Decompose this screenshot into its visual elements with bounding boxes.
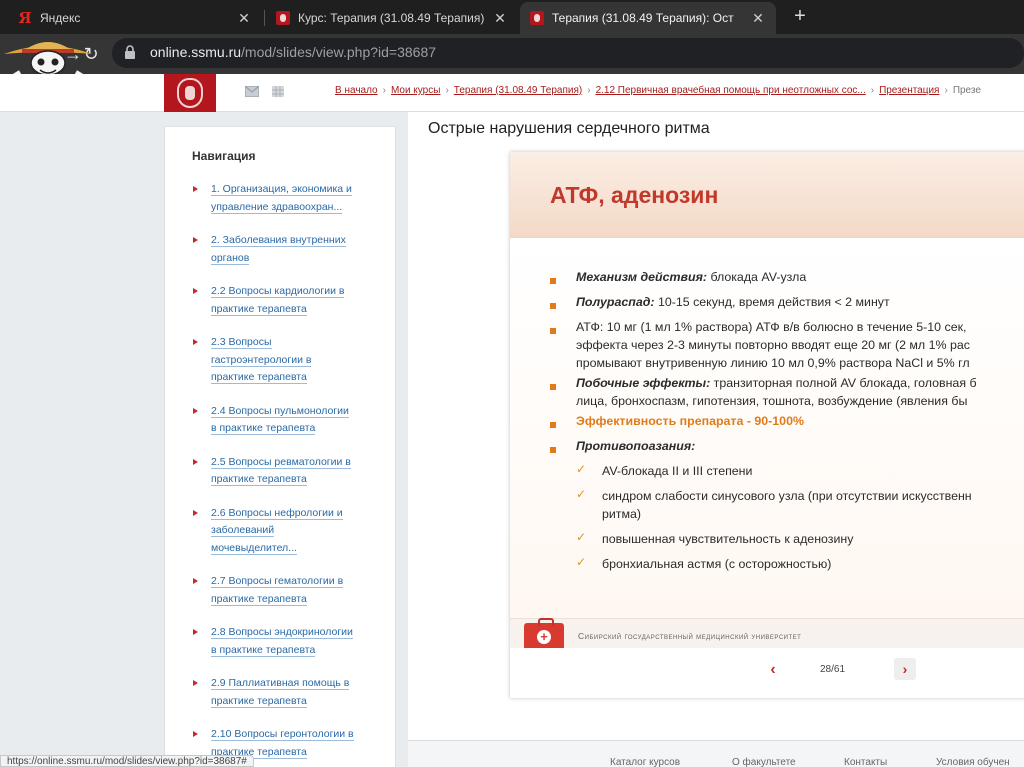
footer-link-catalog[interactable]: Каталог курсов	[610, 757, 680, 767]
bullet-square-icon	[550, 384, 556, 390]
checkmark-icon: ✓	[576, 555, 587, 569]
browser-tab-bar: Я Яндекс ✕ Курс: Терапия (31.08.49 Терап…	[0, 0, 1024, 34]
yandex-icon: Я	[18, 9, 32, 27]
lock-icon	[125, 45, 135, 59]
checkmark-icon: ✓	[576, 530, 587, 544]
slide-line-side-effects: Побочные эффекты: транзиторная полной AV…	[576, 376, 977, 390]
mail-icon[interactable]	[245, 86, 259, 97]
slide-footer: + Сибирский государственный медицинский …	[510, 618, 1024, 651]
bullet-square-icon	[550, 422, 556, 428]
page-title: Острые нарушения сердечного ритма	[428, 120, 710, 137]
nav-item[interactable]: 2.8 Вопросы эндокринологии в практике тер…	[193, 624, 383, 659]
bullet-icon	[193, 509, 198, 516]
close-icon[interactable]: ✕	[492, 10, 508, 27]
slide-page-indicator: 28/61	[820, 664, 846, 675]
navigation-block: Навигация 1. Организация, экономика и упр…	[164, 126, 396, 767]
breadcrumb-link-home[interactable]: В начало	[335, 85, 378, 96]
bullet-square-icon	[550, 447, 556, 453]
ssmu-crest-icon	[276, 11, 290, 25]
tab-course[interactable]: Курс: Терапия (31.08.49 Терапия) ✕	[266, 2, 518, 34]
slide-line-contraindications: Противопоазания:	[576, 439, 696, 453]
close-icon[interactable]: ✕	[750, 10, 766, 27]
breadcrumb-link-course[interactable]: Терапия (31.08.49 Терапия)	[454, 85, 582, 96]
university-name: Сибирский государственный медицинский ун…	[578, 631, 802, 641]
breadcrumb-link-my-courses[interactable]: Мои курсы	[391, 85, 441, 96]
navigation-heading: Навигация	[192, 149, 256, 163]
nav-item[interactable]: 2.2 Вопросы кардиологии в практике терапе…	[193, 283, 383, 318]
footer-link-contacts[interactable]: Контакты	[844, 757, 887, 767]
slide-line-dose-2: эффекта через 2-3 минуты повторно вводят…	[576, 338, 970, 352]
contraindication-item: синдром слабости синусового узла (при от…	[602, 489, 972, 503]
bullet-square-icon	[550, 303, 556, 309]
page-footer: Каталог курсов О факультете Контакты Усл…	[408, 740, 1024, 767]
bullet-icon	[193, 458, 198, 465]
contraindication-item: AV-блокада II и III степени	[602, 464, 753, 478]
breadcrumb-current: Презе	[952, 85, 981, 96]
bullet-icon	[193, 237, 198, 243]
slide-line-dose-3: промывают внутривенную линию 10 мл 0,9% …	[576, 356, 970, 370]
breadcrumb-link-presentation[interactable]: Презентация	[879, 85, 939, 96]
slide-line-halflife: Полураспад: 10-15 секунд, время действия…	[576, 295, 890, 309]
presentation-slide: АТФ, аденозин Механизм действия: блокада…	[510, 152, 1024, 698]
web-page: В начало › Мои курсы › Терапия (31.08.49…	[0, 74, 1024, 767]
grid-icon[interactable]	[271, 86, 285, 97]
tab-presentation-active[interactable]: Терапия (31.08.49 Терапия): Ост ✕	[520, 2, 776, 34]
address-text[interactable]: online.ssmu.ru/mod/slides/view.php?id=38…	[150, 44, 436, 60]
slide-line-side-effects-2: лица, бронхоспазм, гипотензия, тошнота, …	[576, 394, 968, 408]
status-bar-url: https://online.ssmu.ru/mod/slides/view.p…	[0, 755, 254, 767]
slide-header: АТФ, аденозин	[510, 152, 1024, 238]
nav-item[interactable]: 2.4 Вопросы пульмонологии в практике тера…	[193, 403, 383, 438]
bullet-icon	[193, 186, 198, 192]
next-slide-button[interactable]: ›	[894, 658, 916, 680]
main-content: Острые нарушения сердечного ритма АТФ, а…	[408, 112, 1024, 742]
new-tab-button[interactable]: +	[788, 5, 812, 29]
pirate-skull-icon	[4, 42, 92, 78]
tab-title: Курс: Терапия (31.08.49 Терапия)	[298, 11, 485, 25]
breadcrumb: В начало › Мои курсы › Терапия (31.08.49…	[335, 85, 981, 96]
bullet-icon	[193, 731, 198, 737]
nav-item[interactable]: 2.3 Вопросы гастроэнтерологии в практике т…	[193, 334, 383, 387]
nav-item[interactable]: 2.5 Вопросы ревматологии в практике терап…	[193, 454, 383, 489]
bullet-icon	[193, 629, 198, 635]
slide-title: АТФ, аденозин	[550, 182, 719, 208]
tab-title: Терапия (31.08.49 Терапия): Ост	[552, 11, 734, 25]
ssmu-crest-icon	[530, 11, 544, 25]
slide-body: Механизм действия: блокада AV-узла Полур…	[510, 238, 1024, 618]
close-icon[interactable]: ✕	[236, 10, 252, 27]
contraindication-item: повышенная чувствительность к аденозину	[602, 532, 854, 546]
contraindication-item: бронхиальная астмя (с осторожностью)	[602, 557, 832, 571]
bullet-icon	[193, 578, 198, 584]
nav-item[interactable]: 2.6 Вопросы нефрологии и заболеваний мочев…	[193, 505, 383, 558]
bullet-square-icon	[550, 278, 556, 284]
bullet-square-icon	[550, 328, 556, 334]
navigation-list: 1. Организация, экономика и управление зд…	[193, 181, 383, 761]
ssmu-logo[interactable]	[164, 74, 216, 112]
slide-line-efficacy: Эффективность препарата - 90-100%	[576, 414, 804, 428]
checkmark-icon: ✓	[576, 462, 587, 476]
footer-link-terms[interactable]: Условия обучен	[936, 757, 1010, 767]
slide-line-mechanism: Механизм действия: блокада AV-узла	[576, 270, 807, 284]
bullet-icon	[193, 680, 198, 686]
bullet-icon	[193, 339, 198, 345]
site-header: В начало › Мои курсы › Терапия (31.08.49…	[0, 74, 1024, 112]
contraindication-item-cont: ритма)	[602, 507, 642, 521]
previous-slide-button[interactable]: ‹	[765, 660, 781, 680]
first-aid-kit-icon: +	[524, 618, 564, 651]
breadcrumb-link-section[interactable]: 2.12 Первичная врачебная помощь при неот…	[596, 85, 866, 96]
nav-item[interactable]: 2.9 Паллиативная помощь в практике терапе…	[193, 675, 383, 710]
tab-title: Яндекс	[40, 11, 81, 25]
slide-pager: ‹ 28/61 ›	[510, 648, 1024, 698]
footer-link-about[interactable]: О факультете	[732, 757, 796, 767]
bullet-icon	[193, 288, 198, 294]
tab-separator	[264, 10, 265, 26]
bullet-icon	[193, 407, 198, 414]
slide-line-dose-1: АТФ: 10 мг (1 мл 1% раствора) АТФ в/в бо…	[576, 320, 967, 334]
nav-item[interactable]: 2. Заболевания внутренних органов	[193, 232, 383, 267]
nav-item[interactable]: 1. Организация, экономика и управление зд…	[193, 181, 383, 216]
nav-item[interactable]: 2.7 Вопросы гематологии в практике терапе…	[193, 573, 383, 608]
checkmark-icon: ✓	[576, 487, 587, 501]
